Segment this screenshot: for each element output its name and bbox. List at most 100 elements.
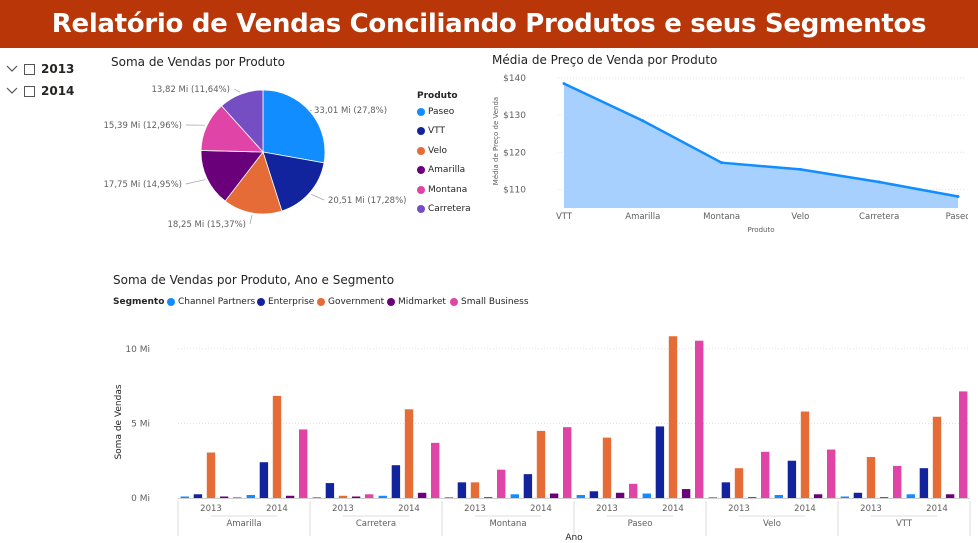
area-fill bbox=[564, 83, 958, 208]
bar-government bbox=[734, 468, 744, 498]
area-point-vtt bbox=[562, 82, 566, 86]
area-chart: $110 $120 $130 $140 VTT Amarilla Montana Velo Ca… bbox=[492, 74, 968, 234]
bar-x-tick-label-year: 2013 bbox=[464, 504, 486, 514]
bar-midmarket bbox=[549, 493, 559, 498]
pie-data-label: 33,01 Mi (27,8%) bbox=[314, 106, 387, 116]
bar-enterprise bbox=[259, 462, 269, 498]
pie-chart-title: Soma de Vendas por Produto bbox=[111, 55, 285, 69]
legend-marker bbox=[417, 185, 425, 194]
bar-x-tick-label-year: 2014 bbox=[530, 504, 552, 514]
slicer-label-2014: 2014 bbox=[41, 84, 75, 98]
bar-small-business bbox=[563, 427, 572, 498]
legend-label: Velo bbox=[428, 145, 448, 156]
area-x-tick-label: VTT bbox=[556, 212, 573, 222]
legend-label: Paseo bbox=[428, 107, 455, 117]
pie-legend-item-amarilla[interactable]: Amarilla bbox=[417, 165, 465, 175]
bar-midmarket bbox=[417, 492, 427, 498]
checkbox-2013[interactable] bbox=[24, 63, 35, 75]
bar-small-business bbox=[497, 469, 506, 498]
area-y-axis-title: Média de Preço de Venda bbox=[492, 97, 500, 185]
legend-marker bbox=[317, 298, 325, 306]
chevron-down-icon[interactable] bbox=[6, 86, 18, 96]
bar-x-tick-label-product: Velo bbox=[763, 519, 781, 529]
pie-data-label: 15,39 Mi (12,96%) bbox=[104, 121, 182, 131]
bar-y-axis-title: Soma de Vendas bbox=[114, 384, 124, 459]
bar-government bbox=[536, 430, 546, 498]
pie-data-label: 20,51 Mi (17,28%) bbox=[328, 196, 406, 206]
bar-small-business bbox=[629, 483, 638, 498]
bar-government bbox=[932, 416, 942, 498]
area-y-tick-label: $110 bbox=[503, 185, 526, 195]
bar-enterprise bbox=[721, 482, 731, 498]
bar-channel-partners bbox=[312, 497, 321, 498]
chevron-down-icon[interactable] bbox=[6, 64, 18, 74]
bar-enterprise bbox=[523, 474, 533, 498]
bar-y-tick-label: 0 Mi bbox=[131, 494, 150, 504]
area-point-amarilla bbox=[641, 119, 645, 123]
bar-midmarket bbox=[681, 489, 691, 498]
legend-marker bbox=[257, 298, 265, 306]
bar-midmarket bbox=[351, 496, 361, 498]
bar-y-tick-label: 10 Mi bbox=[125, 345, 150, 355]
legend-label: Carretera bbox=[428, 204, 471, 214]
area-y-tick-label: $120 bbox=[503, 148, 526, 158]
legend-label: Montana bbox=[428, 184, 468, 195]
bar-channel-partners bbox=[576, 495, 585, 498]
bar-y-tick-label: 5 Mi bbox=[131, 419, 150, 429]
area-point-carretera bbox=[877, 180, 881, 184]
pie-leader-line bbox=[249, 214, 253, 225]
slicer-item-2014[interactable]: 2014 bbox=[6, 80, 74, 102]
bar-small-business bbox=[827, 449, 836, 498]
bar-government bbox=[404, 409, 414, 498]
bar-channel-partners bbox=[708, 497, 717, 498]
bar-enterprise bbox=[655, 426, 665, 498]
bar-legend-item-channel-partners[interactable]: Channel Partners bbox=[167, 297, 255, 307]
area-point-velo bbox=[798, 167, 802, 171]
pie-leader-line bbox=[185, 179, 206, 185]
pie-legend-item-paseo[interactable]: Paseo bbox=[417, 107, 454, 117]
bar-x-tick-label-year: 2014 bbox=[794, 504, 816, 514]
legend-label: Midmarket bbox=[398, 297, 446, 307]
bar-enterprise bbox=[391, 465, 401, 498]
bar-x-axis-title: Ano bbox=[565, 533, 583, 543]
pie-legend-item-vtt[interactable]: VTT bbox=[417, 126, 445, 136]
pie-legend-title: Produto bbox=[417, 91, 458, 101]
bar-x-tick-label-product: Amarilla bbox=[226, 519, 261, 529]
bar-government bbox=[338, 495, 348, 498]
bar-small-business bbox=[233, 497, 242, 498]
legend-marker bbox=[387, 298, 395, 306]
checkbox-2014[interactable] bbox=[24, 85, 35, 97]
bar-x-tick-label-product: Paseo bbox=[628, 519, 653, 529]
pie-legend-item-velo[interactable]: Velo bbox=[417, 146, 447, 156]
bar-x-tick-label-year: 2013 bbox=[200, 504, 222, 514]
pie-data-label: 18,25 Mi (15,37%) bbox=[168, 220, 246, 230]
area-x-tick-label: Amarilla bbox=[625, 212, 660, 222]
pie-legend-item-montana[interactable]: Montana bbox=[417, 185, 467, 195]
bar-enterprise bbox=[589, 491, 599, 498]
bar-x-tick-label-year: 2013 bbox=[596, 504, 618, 514]
slicer-item-2013[interactable]: 2013 bbox=[6, 58, 74, 80]
legend-label: Government bbox=[328, 297, 385, 307]
bar-midmarket bbox=[615, 492, 625, 498]
area-y-tick-label: $140 bbox=[503, 74, 526, 84]
year-slicer: 2013 2014 bbox=[6, 58, 74, 102]
legend-marker bbox=[417, 108, 425, 116]
bar-government bbox=[206, 452, 216, 498]
bar-small-business bbox=[893, 465, 902, 498]
bar-legend-item-small-business[interactable]: Small Business bbox=[450, 297, 529, 307]
bar-government bbox=[668, 336, 678, 498]
bar-legend-item-government[interactable]: Government bbox=[317, 297, 384, 307]
bar-channel-partners bbox=[246, 495, 255, 498]
pie-data-label: 17,75 Mi (14,95%) bbox=[104, 180, 182, 190]
bar-enterprise bbox=[919, 468, 929, 498]
bar-legend-item-midmarket[interactable]: Midmarket bbox=[387, 297, 446, 307]
bar-x-tick-label-year: 2013 bbox=[728, 504, 750, 514]
bar-legend-item-enterprise[interactable]: Enterprise bbox=[257, 297, 314, 307]
bar-legend-title: Segmento bbox=[113, 297, 165, 307]
legend-marker bbox=[167, 298, 175, 306]
legend-label: VTT bbox=[428, 126, 445, 137]
pie-legend-item-carretera[interactable]: Carretera bbox=[417, 204, 471, 214]
bar-government bbox=[866, 457, 876, 498]
pie-data-label: 13,82 Mi (11,64%) bbox=[152, 85, 230, 95]
bar-enterprise bbox=[457, 482, 467, 498]
